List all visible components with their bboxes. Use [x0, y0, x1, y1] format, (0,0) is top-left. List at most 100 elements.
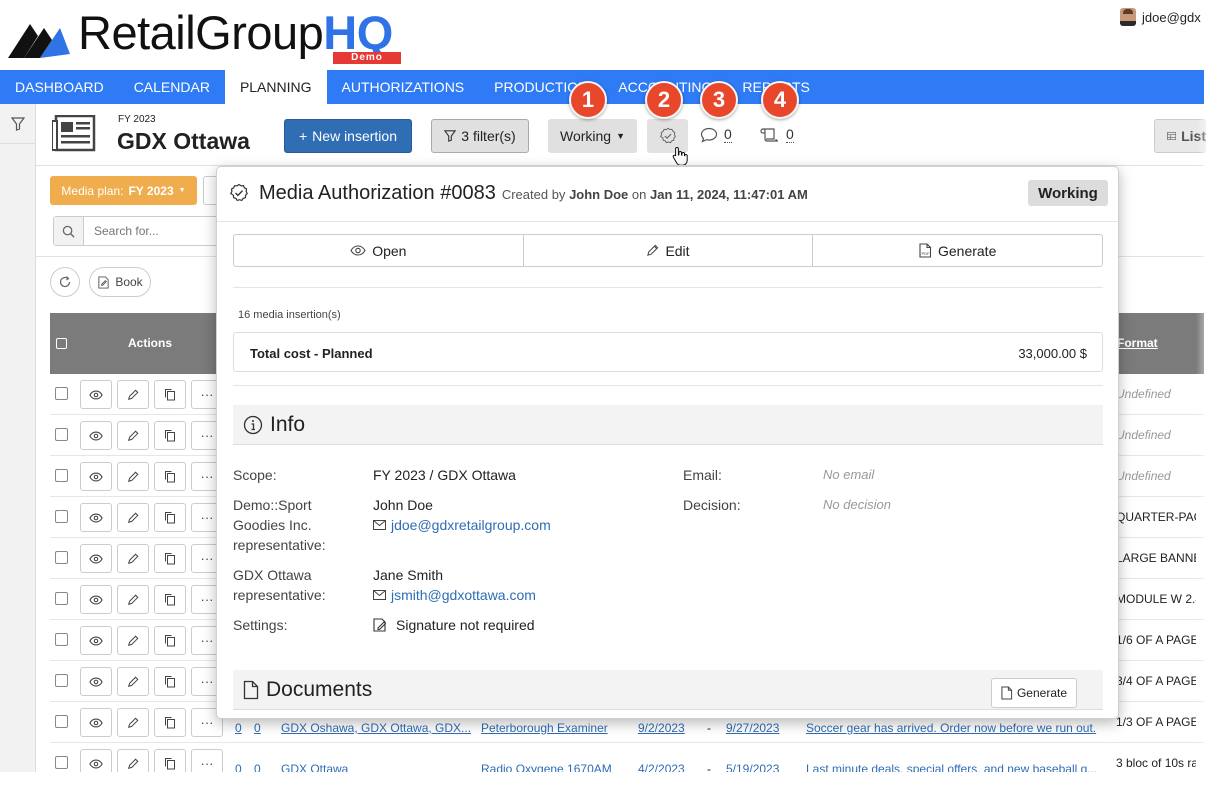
- column-header-format[interactable]: Format: [1117, 336, 1158, 350]
- view-button[interactable]: [80, 462, 112, 491]
- ellipsis-icon: ···: [200, 510, 214, 525]
- row-checkbox[interactable]: [55, 756, 68, 769]
- row-checkbox[interactable]: [55, 469, 68, 482]
- comments-button[interactable]: 0: [700, 126, 732, 143]
- edit-button[interactable]: [117, 585, 149, 614]
- row-checkbox[interactable]: [55, 592, 68, 605]
- view-button[interactable]: [80, 421, 112, 450]
- rep1-email-link[interactable]: jdoe@gdxretailgroup.com: [373, 515, 551, 535]
- edit-button[interactable]: [117, 708, 149, 737]
- select-all-checkbox[interactable]: [56, 338, 67, 349]
- pencil-icon: [127, 717, 139, 728]
- refresh-button[interactable]: [50, 267, 80, 297]
- sidebar-filter-toggle[interactable]: [0, 104, 36, 144]
- row-link-count-b[interactable]: 0: [254, 721, 261, 735]
- media-plan-dropdown[interactable]: Media plan: FY 2023 ▼: [50, 176, 197, 205]
- open-button[interactable]: Open: [234, 235, 524, 266]
- view-button[interactable]: [80, 544, 112, 573]
- search-box: [53, 216, 223, 246]
- eye-icon: [89, 718, 103, 727]
- row-checkbox[interactable]: [55, 428, 68, 441]
- generate-button[interactable]: PDF Generate: [813, 235, 1102, 266]
- status-dropdown[interactable]: Working ▼: [548, 119, 637, 153]
- row-checkbox[interactable]: [55, 387, 68, 400]
- rep2-email-link[interactable]: jsmith@gdxottawa.com: [373, 585, 536, 605]
- row-format: 3 bloc of 10s ra: [1116, 756, 1196, 770]
- pencil-icon: [127, 471, 139, 482]
- view-button[interactable]: [80, 380, 112, 409]
- edit-button[interactable]: [117, 667, 149, 696]
- copy-button[interactable]: [154, 462, 186, 491]
- pencil-icon: [127, 512, 139, 523]
- edit-button[interactable]: [117, 421, 149, 450]
- row-stores-link[interactable]: GDX Oshawa, GDX Ottawa, GDX...: [281, 721, 471, 735]
- row-checkbox[interactable]: [55, 633, 68, 646]
- new-insertion-button[interactable]: + New insertion: [284, 119, 412, 153]
- eye-icon: [89, 677, 103, 686]
- row-message-link[interactable]: Soccer gear has arrived. Order now befor…: [806, 721, 1096, 735]
- ellipsis-icon: ···: [200, 551, 214, 566]
- view-button[interactable]: [80, 626, 112, 655]
- callout-badge-3: 3: [700, 81, 738, 119]
- nav-calendar[interactable]: CALENDAR: [119, 70, 225, 104]
- pencil-icon: [127, 594, 139, 605]
- copy-icon: [165, 717, 175, 729]
- copy-icon: [165, 676, 175, 688]
- row-format: 3/4 OF A PAGE: [1116, 674, 1196, 688]
- popover-divider: [233, 287, 1103, 288]
- edit-button[interactable]: [117, 380, 149, 409]
- copy-icon: [165, 389, 175, 401]
- edit-button[interactable]: [117, 544, 149, 573]
- partial-button[interactable]: [203, 176, 217, 205]
- pencil-icon: [127, 553, 139, 564]
- copy-button[interactable]: [154, 708, 186, 737]
- documents-generate-button[interactable]: Generate: [991, 678, 1077, 708]
- popover-title: Media Authorization #0083 Created by Joh…: [259, 182, 808, 204]
- filters-button[interactable]: 3 filter(s): [431, 119, 529, 153]
- notes-button[interactable]: 0: [760, 126, 794, 143]
- hand-cursor-icon: [672, 146, 688, 166]
- copy-button[interactable]: [154, 421, 186, 450]
- row-checkbox[interactable]: [55, 551, 68, 564]
- copy-button[interactable]: [154, 626, 186, 655]
- row-end-date[interactable]: 9/27/2023: [726, 721, 779, 735]
- copy-button[interactable]: [154, 380, 186, 409]
- edit-button[interactable]: Edit: [524, 235, 814, 266]
- copy-button[interactable]: [154, 544, 186, 573]
- nav-planning[interactable]: PLANNING: [224, 70, 327, 104]
- copy-button[interactable]: [154, 503, 186, 532]
- row-checkbox[interactable]: [55, 510, 68, 523]
- newspaper-icon: [52, 115, 96, 153]
- eye-icon: [89, 636, 103, 645]
- row-checkbox[interactable]: [55, 715, 68, 728]
- edit-button[interactable]: [117, 626, 149, 655]
- view-button[interactable]: [80, 585, 112, 614]
- ellipsis-icon: ···: [200, 633, 214, 648]
- eye-icon: [89, 554, 103, 563]
- nav-dashboard[interactable]: DASHBOARD: [0, 70, 119, 104]
- email-value: No email: [823, 467, 875, 482]
- nav-authorizations[interactable]: AUTHORIZATIONS: [327, 70, 480, 104]
- filter-icon: [11, 116, 25, 131]
- view-button[interactable]: [80, 503, 112, 532]
- popover-divider: [233, 385, 1103, 386]
- page-title: GDX Ottawa: [117, 128, 250, 154]
- ellipsis-icon: ···: [200, 592, 214, 607]
- copy-button[interactable]: [154, 667, 186, 696]
- row-format: Undefined: [1116, 469, 1171, 483]
- user-menu[interactable]: jdoe@gdx: [1120, 8, 1201, 26]
- row-link-count-a[interactable]: 0: [235, 721, 242, 735]
- pencil-icon: [127, 430, 139, 441]
- book-edit-icon: [98, 275, 109, 289]
- edit-button[interactable]: [117, 462, 149, 491]
- view-button[interactable]: [80, 708, 112, 737]
- view-button[interactable]: [80, 667, 112, 696]
- row-checkbox[interactable]: [55, 674, 68, 687]
- row-start-date[interactable]: 9/2/2023: [638, 721, 685, 735]
- copy-button[interactable]: [154, 585, 186, 614]
- edit-button[interactable]: [117, 503, 149, 532]
- caret-down-icon: ▼: [616, 131, 625, 141]
- row-outlet-link[interactable]: Peterborough Examiner: [481, 721, 608, 735]
- search-input[interactable]: [84, 218, 214, 244]
- book-button[interactable]: Book: [89, 267, 151, 297]
